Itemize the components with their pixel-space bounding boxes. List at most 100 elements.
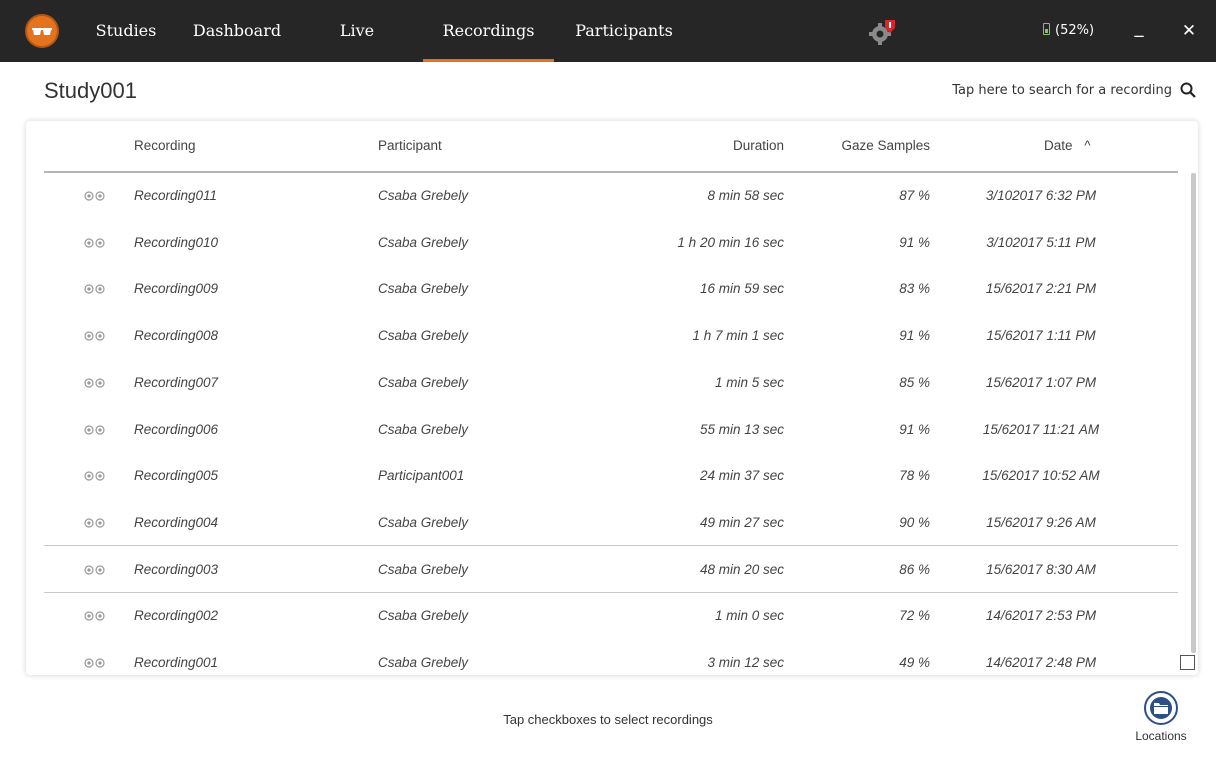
- cell-participant: Csaba Grebely: [378, 655, 469, 670]
- cell-gaze-samples: 78 %: [899, 468, 930, 484]
- cell-duration: 3 min 12 sec: [707, 655, 784, 670]
- column-header-duration[interactable]: Duration: [686, 138, 784, 153]
- nav-tab-participants[interactable]: Participants: [570, 0, 678, 62]
- cell-duration: 55 min 13 sec: [699, 421, 784, 437]
- battery-percent: (52%): [1055, 23, 1095, 38]
- cell-participant: Csaba Grebely: [378, 281, 469, 297]
- table-row[interactable]: Recording003 Csaba Grebely 48 min 20 sec 86…: [26, 547, 1198, 593]
- cell-date: 15/62017 8:30 AM: [986, 561, 1096, 577]
- app-logo-icon[interactable]: [25, 14, 59, 48]
- cell-duration: 48 min 20 sec: [699, 561, 784, 577]
- select-hint: Tap checkboxes to select recordings: [503, 712, 713, 727]
- cell-participant: Csaba Grebely: [378, 561, 469, 577]
- cell-gaze-samples: 72 %: [899, 608, 930, 624]
- table-row[interactable]: Recording004 Csaba Grebely 49 min 27 sec 90…: [26, 500, 1198, 546]
- search-icon[interactable]: [1180, 82, 1196, 98]
- cell-recording: Recording008: [134, 328, 219, 344]
- column-header-date-label: Date: [1044, 138, 1073, 153]
- gear-alert-icon[interactable]: [868, 18, 898, 46]
- cell-participant: Csaba Grebely: [378, 374, 469, 390]
- eyes-icon: [84, 331, 105, 341]
- cell-gaze-samples: 86 %: [899, 561, 930, 577]
- cell-gaze-samples: 49 %: [899, 655, 930, 670]
- column-header-date[interactable]: Date ^: [1044, 138, 1091, 153]
- table-row[interactable]: Recording009 Csaba Grebely 16 min 59 sec 83…: [26, 266, 1198, 312]
- search-recording[interactable]: Tap here to search for a recording: [952, 82, 1196, 98]
- locations-button[interactable]: Locations: [1130, 691, 1192, 743]
- cell-gaze-samples: 83 %: [899, 281, 930, 297]
- folder-icon: [1144, 691, 1178, 725]
- cell-duration: 49 min 27 sec: [699, 514, 784, 530]
- vertical-scrollbar[interactable]: [1191, 173, 1196, 653]
- cell-gaze-samples: 91 %: [899, 421, 930, 437]
- nav-tab-studies[interactable]: Studies: [95, 0, 157, 62]
- cell-duration: 24 min 37 sec: [699, 468, 784, 484]
- cell-participant: Csaba Grebely: [378, 608, 469, 624]
- table-row[interactable]: Recording005 Participant001 24 min 37 sec 7…: [26, 453, 1198, 499]
- glasses-icon: [32, 28, 52, 35]
- minimize-button[interactable]: _: [1124, 0, 1154, 59]
- eyes-icon: [84, 564, 105, 575]
- table-row[interactable]: Recording006 Csaba Grebely 55 min 13 sec 91…: [26, 407, 1198, 453]
- column-header-participant[interactable]: Participant: [378, 138, 442, 153]
- cell-date: 15/62017 1:11 PM: [986, 328, 1096, 344]
- sort-ascending-icon: ^: [1084, 138, 1091, 153]
- column-header-recording[interactable]: Recording: [134, 138, 196, 153]
- nav-tab-recordings[interactable]: Recordings: [423, 0, 554, 62]
- cell-date: 15/62017 1:07 PM: [985, 374, 1097, 390]
- eyes-icon: [84, 611, 105, 621]
- cell-duration: 1 min 0 sec: [714, 608, 784, 624]
- table-row[interactable]: Recording010 Csaba Grebely 1 h 20 min 16 s…: [26, 220, 1198, 266]
- cell-duration: 8 min 58 sec: [707, 188, 784, 203]
- table-row[interactable]: Recording001 Csaba Grebely 3 min 12 sec 49 …: [26, 640, 1198, 675]
- table-row[interactable]: Recording008 Csaba Grebely 1 h 7 min 1 sec…: [26, 313, 1198, 359]
- cell-recording: Recording007: [134, 374, 219, 390]
- cell-participant: Csaba Grebely: [378, 514, 469, 530]
- cell-participant: Csaba Grebely: [378, 328, 469, 344]
- cell-recording: Recording011: [134, 188, 218, 203]
- cell-recording: Recording010: [134, 234, 219, 250]
- table-row[interactable]: Recording011 Csaba Grebely 8 min 58 sec 87 …: [26, 173, 1198, 219]
- close-button[interactable]: ✕: [1174, 0, 1204, 62]
- column-header-gaze-samples[interactable]: Gaze Samples: [816, 138, 930, 153]
- nav-tab-dashboard[interactable]: Dashboard: [190, 0, 284, 62]
- cell-date: 15/62017 10:52 AM: [982, 468, 1100, 484]
- cell-gaze-samples: 91 %: [899, 328, 930, 344]
- page-title: Study001: [44, 78, 137, 103]
- cell-gaze-samples: 91 %: [899, 234, 930, 250]
- nav-tab-live-view[interactable]: Live View: [320, 0, 394, 102]
- eyes-icon: [84, 378, 105, 388]
- eyes-icon: [84, 424, 105, 435]
- cell-participant: Csaba Grebely: [378, 234, 469, 250]
- locations-label: Locations: [1135, 729, 1187, 743]
- eyes-icon: [84, 238, 105, 248]
- top-bar: Studies Dashboard Live View Recordings P…: [0, 0, 1216, 102]
- cell-date: 15/62017 9:26 AM: [986, 514, 1096, 530]
- cell-duration: 1 h 20 min 16 sec: [677, 234, 784, 250]
- cell-gaze-samples: 90 %: [899, 514, 930, 530]
- cell-duration: 1 h 7 min 1 sec: [692, 328, 784, 344]
- recordings-table: Recording Participant Duration Gaze Samp…: [26, 121, 1198, 675]
- cell-participant: Participant001: [378, 468, 465, 484]
- eyes-icon: [84, 518, 105, 528]
- cell-participant: Csaba Grebely: [378, 188, 469, 203]
- eyes-icon: [84, 284, 105, 294]
- select-checkbox[interactable]: [1180, 655, 1195, 670]
- cell-recording: Recording004: [134, 514, 219, 530]
- table-row[interactable]: Recording002 Csaba Grebely 1 min 0 sec 72 %…: [26, 593, 1198, 639]
- battery-status: (52%): [1043, 0, 1094, 62]
- eyes-icon: [84, 191, 105, 201]
- eyes-icon: [84, 471, 105, 481]
- cell-duration: 16 min 59 sec: [699, 281, 784, 297]
- cell-recording: Recording009: [134, 281, 219, 297]
- cell-recording: Recording006: [134, 421, 219, 437]
- table-header: Recording Participant Duration Gaze Samp…: [26, 121, 1198, 173]
- cell-date: 14/62017 2:48 PM: [985, 655, 1097, 670]
- table-row[interactable]: Recording007 Csaba Grebely 1 min 5 sec 85 %…: [26, 360, 1198, 406]
- cell-date: 15/62017 2:21 PM: [985, 281, 1097, 297]
- cell-date: 14/62017 2:53 PM: [985, 608, 1097, 624]
- search-hint: Tap here to search for a recording: [952, 82, 1172, 98]
- cell-date: 3/102017 6:32 PM: [985, 188, 1097, 203]
- eyes-icon: [84, 658, 105, 668]
- cell-date: 15/62017 11:21 AM: [982, 421, 1100, 437]
